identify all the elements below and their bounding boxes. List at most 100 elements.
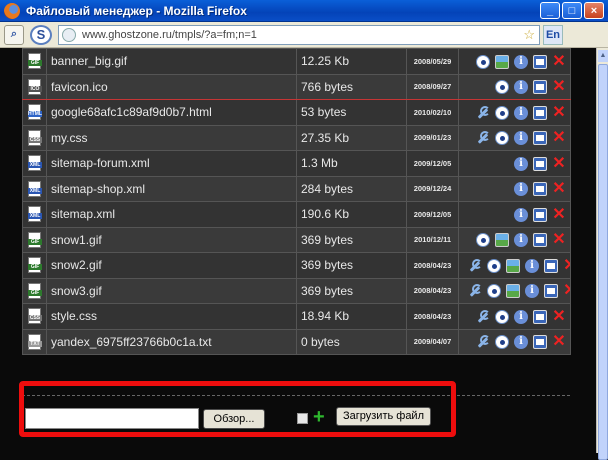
open-window-icon[interactable] — [533, 156, 547, 171]
edit-wrench-icon[interactable] — [476, 309, 490, 324]
url-text[interactable]: www.ghostzone.ru/tmpls/?a=fm;n=1 — [82, 29, 523, 41]
image-preview-icon[interactable] — [495, 54, 509, 69]
scrollbar-thumb[interactable] — [598, 64, 608, 460]
open-window-icon[interactable] — [533, 105, 547, 120]
delete-icon[interactable]: ✕ — [552, 181, 566, 197]
delete-icon[interactable]: ✕ — [552, 130, 566, 146]
file-row[interactable]: GIF snow1.gif 369 bytes 2010/12/11 i ✕ — [22, 226, 571, 253]
view-eye-icon[interactable] — [495, 335, 509, 350]
address-bar[interactable]: www.ghostzone.ru/tmpls/?a=fm;n=1 ☆ — [58, 24, 540, 45]
file-row[interactable]: XML sitemap-shop.xml 284 bytes 2009/12/24 i ✕ — [22, 175, 571, 202]
info-icon[interactable]: i — [514, 80, 528, 95]
file-name[interactable]: google68afc1c89af9d0b7.html — [46, 99, 297, 126]
info-icon[interactable]: i — [525, 258, 539, 273]
delete-icon[interactable]: ✕ — [552, 53, 566, 69]
view-eye-icon[interactable] — [476, 54, 490, 69]
open-window-icon[interactable] — [544, 258, 558, 273]
open-window-icon[interactable] — [533, 233, 547, 248]
delete-icon[interactable]: ✕ — [552, 155, 566, 171]
delete-icon[interactable]: ✕ — [552, 334, 566, 350]
file-name[interactable]: style.css — [46, 303, 297, 330]
file-name[interactable]: snow3.gif — [46, 277, 297, 304]
site-identity-icon[interactable]: S — [30, 24, 52, 45]
browse-button[interactable]: Обзор... — [203, 409, 265, 429]
info-icon[interactable]: i — [514, 105, 528, 120]
delete-icon[interactable]: ✕ — [552, 232, 566, 248]
edit-wrench-icon[interactable] — [468, 284, 482, 298]
image-preview-icon[interactable] — [506, 284, 520, 299]
delete-icon[interactable]: ✕ — [563, 257, 569, 273]
file-row[interactable]: HTML google68afc1c89af9d0b7.html 53 bytes 2… — [22, 99, 571, 126]
info-icon[interactable]: i — [514, 54, 528, 69]
file-row[interactable]: TXT yandex_6975ff23766b0c1a.txt 0 bytes 200… — [22, 328, 571, 355]
edit-wrench-icon[interactable] — [476, 131, 490, 145]
add-file-plus-icon[interactable]: + — [313, 407, 329, 427]
info-icon[interactable]: i — [514, 182, 528, 197]
file-row[interactable]: XML sitemap-forum.xml 1.3 Mb 2009/12/05 i ✕ — [22, 150, 571, 177]
file-type-cell: TXT — [22, 328, 47, 355]
info-icon[interactable]: i — [514, 309, 528, 324]
file-name[interactable]: favicon.ico — [46, 73, 297, 100]
language-button[interactable]: En — [543, 24, 563, 45]
file-row[interactable]: CSS my.css 27.35 Kb 2009/01/23 i ✕ — [22, 124, 571, 151]
delete-icon[interactable]: ✕ — [552, 79, 566, 95]
open-window-icon[interactable] — [533, 335, 547, 350]
file-name[interactable]: snow1.gif — [46, 226, 297, 253]
open-window-icon[interactable] — [533, 131, 547, 146]
minimize-button[interactable]: _ — [540, 2, 560, 19]
info-icon[interactable]: i — [514, 131, 528, 146]
edit-wrench-icon[interactable] — [476, 335, 490, 349]
bookmark-star-icon[interactable]: ☆ — [523, 27, 535, 43]
maximize-button[interactable]: □ — [562, 2, 582, 19]
delete-icon[interactable]: ✕ — [552, 308, 566, 324]
file-row[interactable]: GIF banner_big.gif 12.25 Kb 2008/05/29 i ✕ — [22, 48, 571, 75]
file-size: 18.94 Kb — [296, 303, 407, 330]
delete-icon[interactable]: ✕ — [563, 283, 569, 299]
file-row[interactable]: GIFsnow2.gif369 bytes2008/04/23i✕ — [22, 252, 571, 279]
view-eye-icon[interactable] — [495, 80, 509, 95]
scroll-up-arrow-icon[interactable]: ▲ — [598, 50, 608, 62]
file-path-input[interactable] — [25, 408, 199, 429]
file-name[interactable]: sitemap.xml — [46, 201, 297, 228]
edit-wrench-icon[interactable] — [468, 258, 482, 273]
view-eye-icon[interactable] — [495, 131, 509, 146]
view-eye-icon[interactable] — [495, 309, 509, 324]
open-window-icon[interactable] — [533, 182, 547, 197]
upload-checkbox[interactable] — [297, 413, 308, 424]
info-icon[interactable]: i — [525, 284, 539, 299]
file-actions: i✕ — [458, 175, 571, 202]
file-row[interactable]: GIFsnow3.gif369 bytes2008/04/23i✕ — [22, 277, 571, 304]
info-icon[interactable]: i — [514, 233, 528, 248]
open-window-icon[interactable] — [533, 207, 547, 222]
page-info-icon[interactable]: ⌕ — [4, 24, 24, 45]
upload-file-button[interactable]: Загрузить файл — [336, 407, 431, 426]
file-name[interactable]: sitemap-forum.xml — [46, 150, 297, 177]
edit-wrench-icon[interactable] — [476, 105, 490, 120]
file-row[interactable]: CSS style.css 18.94 Kb 2008/04/23 i ✕ — [22, 303, 571, 330]
view-eye-icon[interactable] — [495, 105, 509, 120]
file-name[interactable]: snow2.gif — [46, 252, 297, 279]
open-window-icon[interactable] — [533, 54, 547, 69]
delete-icon[interactable]: ✕ — [552, 104, 566, 120]
info-icon[interactable]: i — [514, 207, 528, 222]
view-eye-icon[interactable] — [487, 284, 501, 299]
file-name[interactable]: sitemap-shop.xml — [46, 175, 297, 202]
image-preview-icon[interactable] — [506, 258, 520, 273]
delete-icon[interactable]: ✕ — [552, 206, 566, 222]
image-preview-icon[interactable] — [495, 233, 509, 248]
file-date: 2008/05/29 — [406, 48, 459, 75]
view-eye-icon[interactable] — [487, 258, 501, 273]
close-window-button[interactable]: × — [584, 2, 604, 19]
file-name[interactable]: banner_big.gif — [46, 48, 297, 75]
vertical-scrollbar[interactable]: ▲ — [596, 48, 608, 460]
file-name[interactable]: yandex_6975ff23766b0c1a.txt — [46, 328, 297, 355]
open-window-icon[interactable] — [544, 284, 558, 299]
open-window-icon[interactable] — [533, 309, 547, 324]
info-icon[interactable]: i — [514, 335, 528, 350]
file-name[interactable]: my.css — [46, 124, 297, 151]
open-window-icon[interactable] — [533, 80, 547, 95]
info-icon[interactable]: i — [514, 156, 528, 171]
file-row[interactable]: XML sitemap.xml 190.6 Kb 2009/12/05 i ✕ — [22, 201, 571, 228]
view-eye-icon[interactable] — [476, 233, 490, 248]
file-row[interactable]: ICO favicon.ico 766 bytes 2008/09/27 i ✕ — [22, 73, 571, 100]
